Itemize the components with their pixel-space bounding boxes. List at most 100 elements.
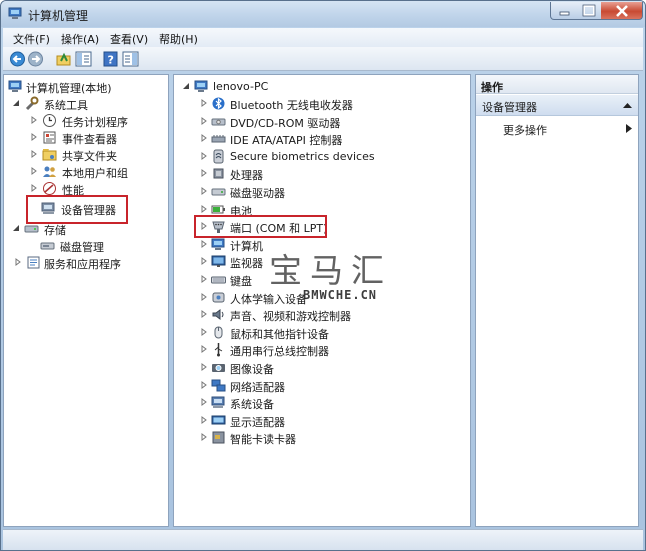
device-category-label: Secure biometrics devices: [230, 149, 375, 163]
event-viewer-icon: [43, 131, 56, 144]
disk-management-icon: [40, 242, 55, 250]
device-category-label: 人体学输入设备: [230, 292, 307, 306]
maximize-button[interactable]: [576, 2, 602, 20]
more-actions-item[interactable]: 更多操作: [503, 120, 638, 137]
device-category-label: 系统设备: [230, 398, 274, 412]
device-manager-highlight-box: [26, 195, 128, 224]
computer-management-icon: [8, 80, 22, 92]
collapsed-arrow-icon[interactable]: [200, 275, 208, 283]
window-title: 计算机管理: [28, 9, 89, 23]
show-hide-tree-icon[interactable]: [75, 51, 92, 67]
menu-action[interactable]: 操作(A): [61, 31, 99, 47]
collapsed-arrow-icon[interactable]: [200, 292, 208, 301]
tree-label-root: 计算机管理(本地): [26, 82, 112, 95]
device-category-label: 网络适配器: [230, 380, 285, 394]
collapsed-arrow-icon[interactable]: [200, 398, 208, 407]
collapsed-arrow-icon[interactable]: [14, 258, 22, 266]
tree-label-disk-management: 磁盘管理: [60, 241, 104, 254]
menu-bar: 文件(F) 操作(A) 查看(V) 帮助(H): [3, 28, 643, 47]
watermark-logo-text: 宝马汇: [269, 251, 392, 290]
tree-label-event-viewer: 事件查看器: [62, 133, 117, 146]
console-tree-pane[interactable]: 计算机管理(本地) 系统工具 任务计划程序 事件查看器 共享文件夹 本地用户和组: [3, 74, 169, 527]
device-category-label: 监视器: [230, 257, 263, 271]
computer-icon: [211, 238, 225, 250]
expanded-arrow-icon[interactable]: [12, 99, 20, 107]
users-icon: [43, 166, 56, 177]
collapsed-arrow-icon[interactable]: [200, 116, 208, 125]
status-bar: [3, 529, 643, 550]
minimize-button[interactable]: [550, 2, 577, 20]
collapsed-arrow-icon[interactable]: [30, 150, 38, 158]
hid-icon: [212, 292, 225, 303]
tree-label-services-apps: 服务和应用程序: [44, 258, 121, 271]
expanded-arrow-icon[interactable]: [182, 82, 190, 90]
computer-management-app-icon: [8, 7, 22, 19]
back-arrow-icon[interactable]: [9, 51, 26, 67]
forward-arrow-icon[interactable]: [27, 51, 44, 67]
watermark-url: BMWCHE.CN: [303, 288, 378, 302]
device-category-label: 通用串行总线控制器: [230, 345, 329, 359]
submenu-arrow-icon: [626, 124, 632, 133]
device-tree-root-label: lenovo-PC: [213, 80, 269, 93]
collapsed-arrow-icon[interactable]: [200, 415, 208, 424]
smartcard-icon: [212, 431, 225, 444]
actions-section-device-manager[interactable]: 设备管理器: [476, 95, 638, 116]
minimize-icon: [559, 11, 570, 16]
device-category-label: 智能卡读卡器: [230, 433, 296, 447]
network-icon: [211, 379, 226, 392]
computer-management-window: 计算机管理 文件(F) 操作(A) 查看(V) 帮助(H) ? 计算机管理(本地…: [0, 0, 646, 551]
maximize-icon: [582, 4, 596, 17]
close-icon: [616, 5, 628, 17]
menu-file[interactable]: 文件(F): [13, 31, 50, 47]
device-category-label: 计算机: [230, 239, 263, 253]
collapsed-arrow-icon[interactable]: [200, 134, 208, 143]
services-icon: [27, 256, 40, 269]
collapsed-arrow-icon[interactable]: [200, 380, 208, 389]
expanded-arrow-icon[interactable]: [12, 224, 20, 232]
title-bar[interactable]: 计算机管理: [1, 1, 645, 27]
bluetooth-icon: [212, 97, 225, 110]
ide-controller-icon: [211, 135, 226, 143]
toolbar: ?: [3, 47, 643, 71]
up-folder-icon[interactable]: [55, 51, 72, 67]
help-icon[interactable]: ?: [102, 51, 119, 67]
device-category-label: IDE ATA/ATAPI 控制器: [230, 134, 343, 148]
tree-label-storage: 存储: [44, 224, 66, 237]
usb-icon: [214, 343, 223, 357]
collapsed-arrow-icon[interactable]: [200, 99, 208, 107]
keyboard-icon: [211, 276, 226, 284]
menu-help[interactable]: 帮助(H): [159, 31, 198, 47]
collapsed-arrow-icon[interactable]: [200, 363, 208, 371]
show-action-pane-icon[interactable]: [122, 51, 139, 67]
collapsed-arrow-icon[interactable]: [200, 169, 208, 178]
collapsed-arrow-icon[interactable]: [200, 151, 208, 160]
shared-folder-icon: [42, 149, 57, 161]
collapsed-arrow-icon[interactable]: [200, 257, 208, 266]
collapsed-arrow-icon[interactable]: [30, 167, 38, 175]
device-category-label: DVD/CD-ROM 驱动器: [230, 116, 341, 130]
actions-section-label: 设备管理器: [482, 101, 537, 114]
collapsed-arrow-icon[interactable]: [30, 184, 38, 192]
device-category-label: 声音、视频和游戏控制器: [230, 310, 351, 324]
collapsed-arrow-icon[interactable]: [30, 133, 38, 141]
tree-label-local-users: 本地用户和组: [62, 167, 128, 180]
collapsed-arrow-icon[interactable]: [200, 433, 208, 442]
menu-view[interactable]: 查看(V): [110, 31, 148, 47]
collapse-up-arrow-icon[interactable]: [623, 102, 632, 109]
collapsed-arrow-icon[interactable]: [200, 310, 208, 319]
processor-icon: [213, 168, 224, 179]
collapsed-arrow-icon[interactable]: [200, 327, 208, 336]
more-actions-label: 更多操作: [503, 124, 547, 137]
sound-icon: [212, 309, 224, 321]
collapsed-arrow-icon[interactable]: [200, 239, 208, 248]
collapsed-arrow-icon[interactable]: [200, 187, 208, 195]
svg-text:?: ?: [108, 54, 114, 67]
clock-icon: [43, 114, 56, 127]
collapsed-arrow-icon[interactable]: [200, 204, 208, 213]
collapsed-arrow-icon[interactable]: [200, 345, 208, 354]
collapsed-arrow-icon[interactable]: [30, 116, 38, 124]
watermark: 宝马汇 BMWCHE.CN: [269, 244, 392, 302]
close-button[interactable]: [601, 2, 643, 20]
mouse-icon: [214, 326, 223, 339]
tree-label-shared-folders: 共享文件夹: [62, 150, 117, 163]
